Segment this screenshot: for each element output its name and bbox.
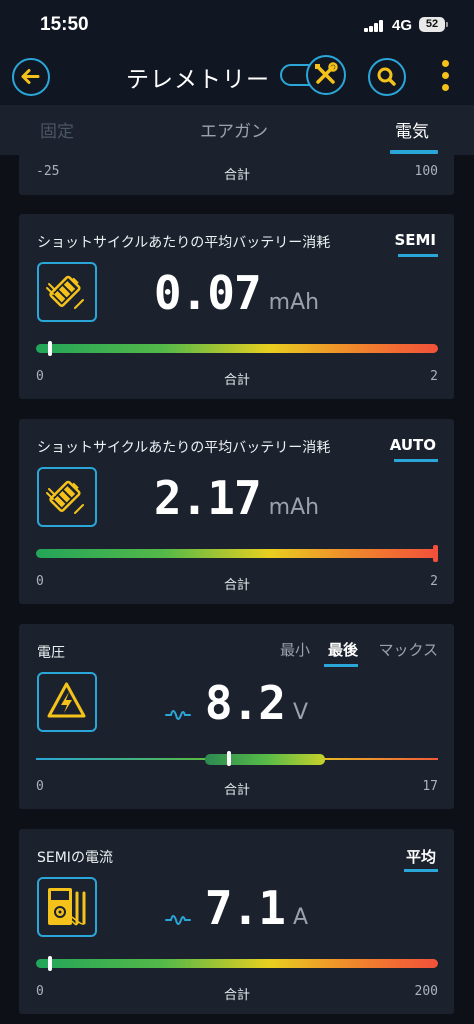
app-header: テレメトリー	[0, 50, 474, 105]
mode-underline	[394, 459, 438, 462]
mode-underline	[324, 664, 358, 667]
value: 0.07	[153, 266, 262, 320]
value: 8.2	[204, 676, 286, 730]
mode-min[interactable]: 最小	[280, 639, 310, 660]
mode-underline	[404, 869, 438, 872]
scale-label: 合計	[223, 783, 250, 798]
partial-card: -25 合計 100	[19, 155, 454, 195]
waveform-icon	[164, 709, 191, 720]
scale-label: 合計	[223, 988, 250, 1003]
value-row: 0.07 mAh	[19, 266, 454, 320]
tab-fixed[interactable]: 固定	[40, 117, 74, 142]
tab-electric[interactable]: 電気	[395, 117, 429, 142]
arrow-left-icon	[21, 69, 40, 84]
tools-icon	[315, 62, 338, 84]
unit: mAh	[268, 495, 320, 520]
mode-max[interactable]: マックス	[378, 639, 438, 660]
voltage-card: 電圧 最小 最後 マックス 8.2 V 0 合計 17	[19, 624, 454, 809]
battery-indicator: 52	[419, 17, 448, 32]
gauge-bar	[36, 956, 438, 971]
unit: A	[293, 905, 309, 930]
more-vertical-icon[interactable]	[440, 60, 450, 92]
value-row: 7.1 A	[19, 881, 454, 935]
waveform-icon	[164, 914, 191, 925]
search-icon	[377, 67, 396, 86]
network-type: 4G	[392, 17, 413, 34]
gauge-marker	[226, 751, 231, 766]
gauge-bar	[36, 545, 438, 562]
status-time: 15:50	[40, 14, 89, 35]
scale-max: 17	[422, 779, 438, 794]
status-bar: 15:50 4G 52	[0, 0, 474, 50]
mode-last[interactable]: 最後	[328, 639, 358, 660]
card-title: ショットサイクルあたりの平均バッテリー消耗	[37, 235, 331, 251]
scale-max: 200	[414, 984, 438, 999]
signal-strength-icon	[364, 20, 386, 32]
gauge-bar	[36, 341, 438, 356]
gauge-marker	[48, 956, 53, 971]
unit: V	[293, 700, 309, 725]
tab-airgun[interactable]: エアガン	[200, 117, 268, 142]
scale-label: 合計	[223, 373, 250, 388]
scale-label: 合計	[223, 168, 250, 183]
back-button[interactable]	[12, 58, 50, 96]
value-row: 8.2 V	[19, 676, 454, 730]
value: 7.1	[204, 881, 286, 935]
scale-max: 2	[430, 574, 438, 589]
value: 2.17	[153, 471, 262, 525]
tab-bar: 固定 エアガン 電気	[0, 105, 474, 155]
mode-label[interactable]: 平均	[406, 846, 436, 867]
page-title: テレメトリー	[126, 67, 270, 93]
mode-label[interactable]: AUTO	[390, 436, 436, 454]
semi-current-card: SEMIの電流 平均 7.1 A 0 合計 200	[19, 829, 454, 1014]
scale-max: 2	[430, 369, 438, 384]
card-title: SEMIの電流	[37, 850, 113, 866]
mode-underline	[398, 254, 438, 257]
battery-drain-semi-card: ショットサイクルあたりの平均バッテリー消耗 SEMI 0.07 mAh 0 合計 …	[19, 214, 454, 399]
gauge-marker	[433, 545, 438, 562]
mode-label[interactable]: SEMI	[394, 231, 436, 249]
unit: mAh	[268, 290, 320, 315]
active-tab-indicator	[390, 150, 438, 154]
card-title: ショットサイクルあたりの平均バッテリー消耗	[37, 440, 331, 456]
scale-label: 合計	[223, 578, 250, 593]
tool-toggle-knob[interactable]	[306, 55, 346, 95]
gauge-marker	[48, 341, 53, 356]
voltage-marker-track	[36, 751, 438, 766]
search-button[interactable]	[368, 58, 406, 96]
card-title: 電圧	[37, 645, 65, 661]
value-row: 2.17 mAh	[19, 471, 454, 525]
battery-drain-auto-card: ショットサイクルあたりの平均バッテリー消耗 AUTO 2.17 mAh 0 合計 …	[19, 419, 454, 604]
scale-max: 100	[414, 164, 438, 179]
